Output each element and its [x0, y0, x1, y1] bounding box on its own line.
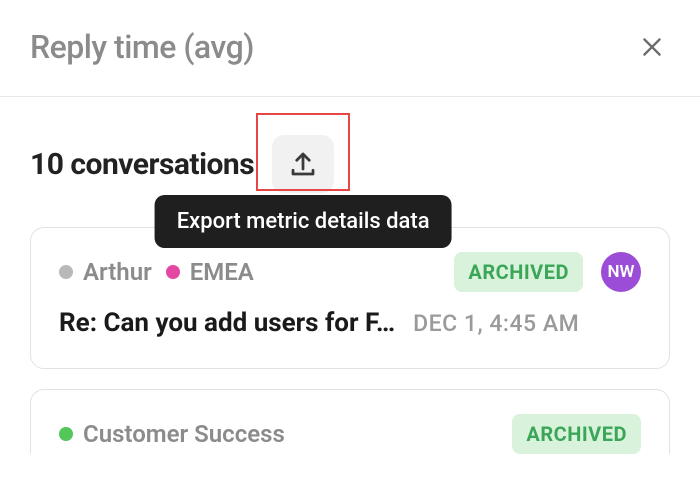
section-header: 10 conversations Export metric details d…	[0, 97, 700, 205]
status-badge: ARCHIVED	[512, 414, 641, 454]
card-right-group: ARCHIVED	[512, 414, 641, 454]
tag: Customer Success	[59, 420, 285, 448]
card-top-row: Customer Success ARCHIVED	[59, 414, 641, 454]
panel-title: Reply time (avg)	[30, 28, 254, 66]
tag: EMEA	[166, 258, 254, 286]
tag-label: EMEA	[190, 258, 254, 286]
panel-header: Reply time (avg)	[0, 0, 700, 97]
conversation-timestamp: DEC 1, 4:45 AM	[413, 310, 579, 337]
close-button[interactable]	[634, 29, 670, 65]
conversation-card[interactable]: Customer Success ARCHIVED	[30, 389, 670, 454]
tag-group: Customer Success	[59, 420, 285, 448]
tag-dot-icon	[59, 265, 73, 279]
tag-label: Arthur	[83, 258, 152, 286]
tag-dot-icon	[59, 427, 73, 441]
close-icon	[639, 34, 665, 60]
section-title: 10 conversations	[30, 147, 254, 182]
export-button[interactable]	[272, 135, 334, 193]
conversation-subject: Re: Can you add users for F…	[59, 308, 395, 338]
tag: Arthur	[59, 258, 152, 286]
export-tooltip: Export metric details data	[155, 195, 452, 248]
card-body: Re: Can you add users for F… DEC 1, 4:45…	[59, 308, 641, 338]
tag-label: Customer Success	[83, 420, 285, 448]
avatar: NW	[601, 252, 641, 292]
conversation-card[interactable]: Arthur EMEA ARCHIVED NW Re: Can you add …	[30, 227, 670, 369]
tag-dot-icon	[166, 265, 180, 279]
export-wrapper: Export metric details data	[272, 135, 334, 193]
status-badge: ARCHIVED	[454, 252, 583, 292]
card-right-group: ARCHIVED NW	[454, 252, 641, 292]
card-top-row: Arthur EMEA ARCHIVED NW	[59, 252, 641, 292]
export-icon	[288, 149, 318, 179]
tag-group: Arthur EMEA	[59, 258, 254, 286]
